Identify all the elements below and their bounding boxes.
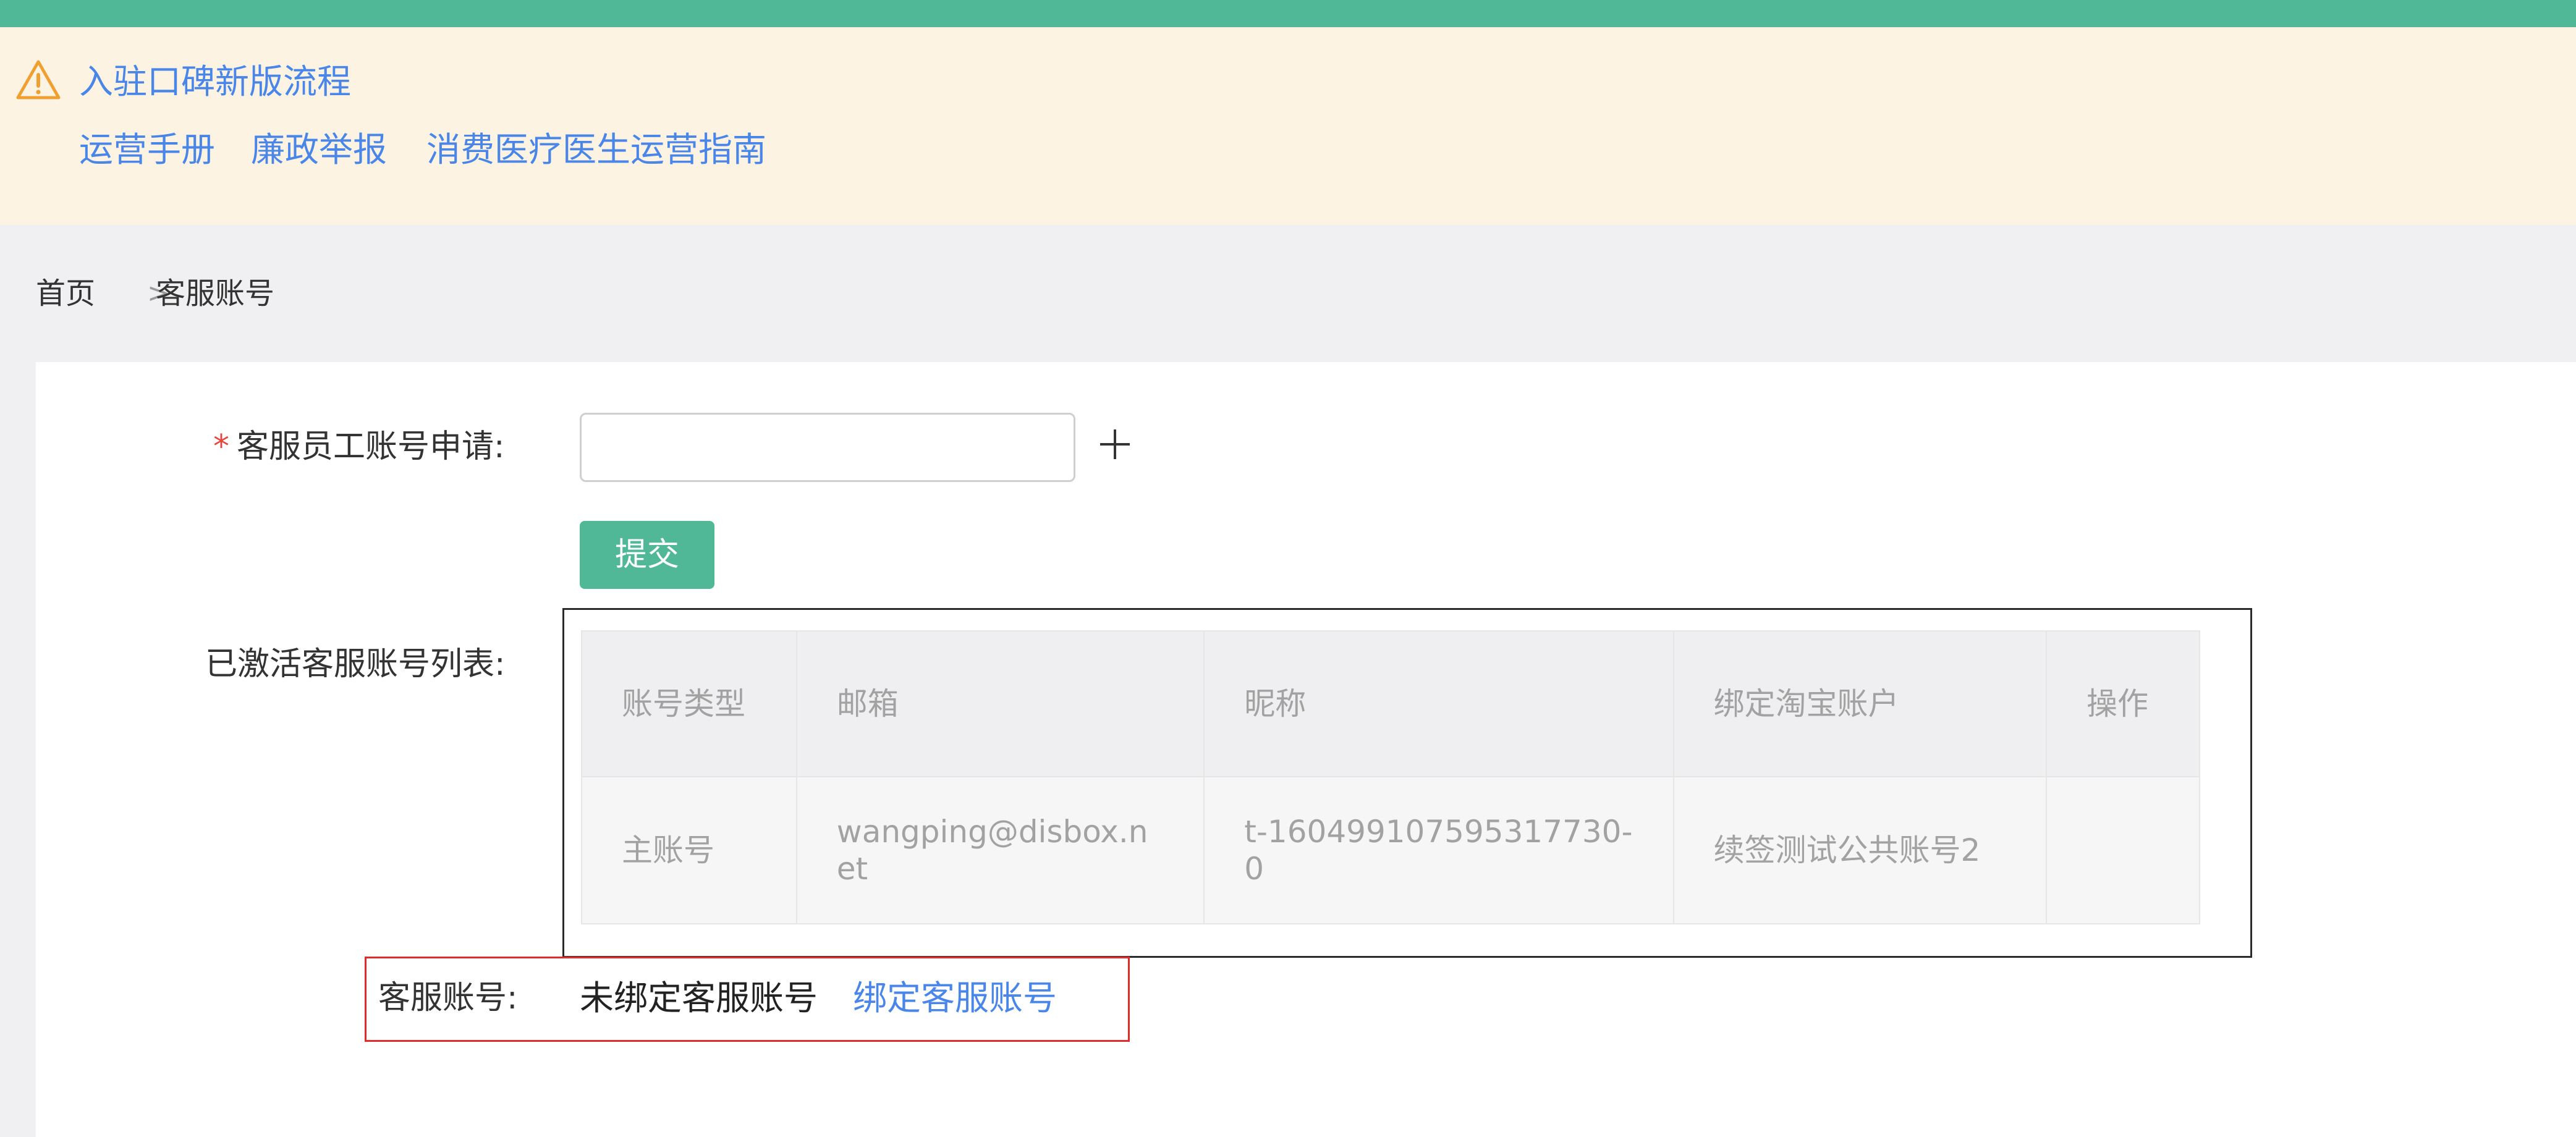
apply-label-text: 客服员工账号申请: — [237, 428, 505, 465]
cell-type: 主账号 — [581, 776, 797, 924]
service-account-label: 客服账号: — [378, 979, 518, 1017]
col-header-email: 邮箱 — [795, 630, 1205, 777]
notice-link-medical-guide[interactable]: 消费医疗医生运营指南 — [426, 130, 766, 169]
breadcrumb-home[interactable]: 首页 — [36, 272, 95, 315]
cell-taobao: 续签测试公共账号2 — [1672, 776, 2048, 924]
notice-headline-link[interactable]: 入驻口碑新版流程 — [79, 62, 351, 101]
table-row: 主账号 wangping@disbox.net t-16049910759531… — [581, 776, 2200, 924]
bind-service-account-link[interactable]: 绑定客服账号 — [853, 976, 1057, 1020]
required-mark: * — [213, 428, 229, 465]
service-account-status: 未绑定客服账号 — [580, 978, 818, 1018]
apply-label: * 客服员工账号申请: — [213, 425, 505, 468]
warning-icon — [16, 60, 61, 99]
account-apply-input[interactable] — [580, 413, 1075, 482]
activated-list-label: 已激活客服账号列表: — [205, 646, 506, 683]
breadcrumb-current: 客服账号 — [156, 276, 275, 311]
accounts-table: 账号类型 邮箱 昵称 绑定淘宝账户 操作 主账号 wangping@disbox… — [581, 630, 2200, 924]
col-header-taobao: 绑定淘宝账户 — [1672, 630, 2048, 777]
col-header-type: 账号类型 — [581, 630, 797, 777]
cell-nickname: t-160499107595317730-0 — [1203, 776, 1674, 924]
notice-link-integrity-report[interactable]: 廉政举报 — [251, 130, 387, 169]
notice-link-operation-manual[interactable]: 运营手册 — [79, 130, 215, 169]
table-header-row: 账号类型 邮箱 昵称 绑定淘宝账户 操作 — [581, 630, 2200, 777]
plus-icon[interactable] — [1098, 427, 1132, 462]
col-header-nickname: 昵称 — [1203, 630, 1674, 777]
cell-action — [2046, 776, 2200, 924]
col-header-action: 操作 — [2046, 630, 2200, 777]
top-bar — [0, 0, 2576, 27]
cell-email: wangping@disbox.net — [795, 776, 1205, 924]
notice-banner — [0, 27, 2576, 225]
submit-button[interactable]: 提交 — [580, 521, 714, 589]
